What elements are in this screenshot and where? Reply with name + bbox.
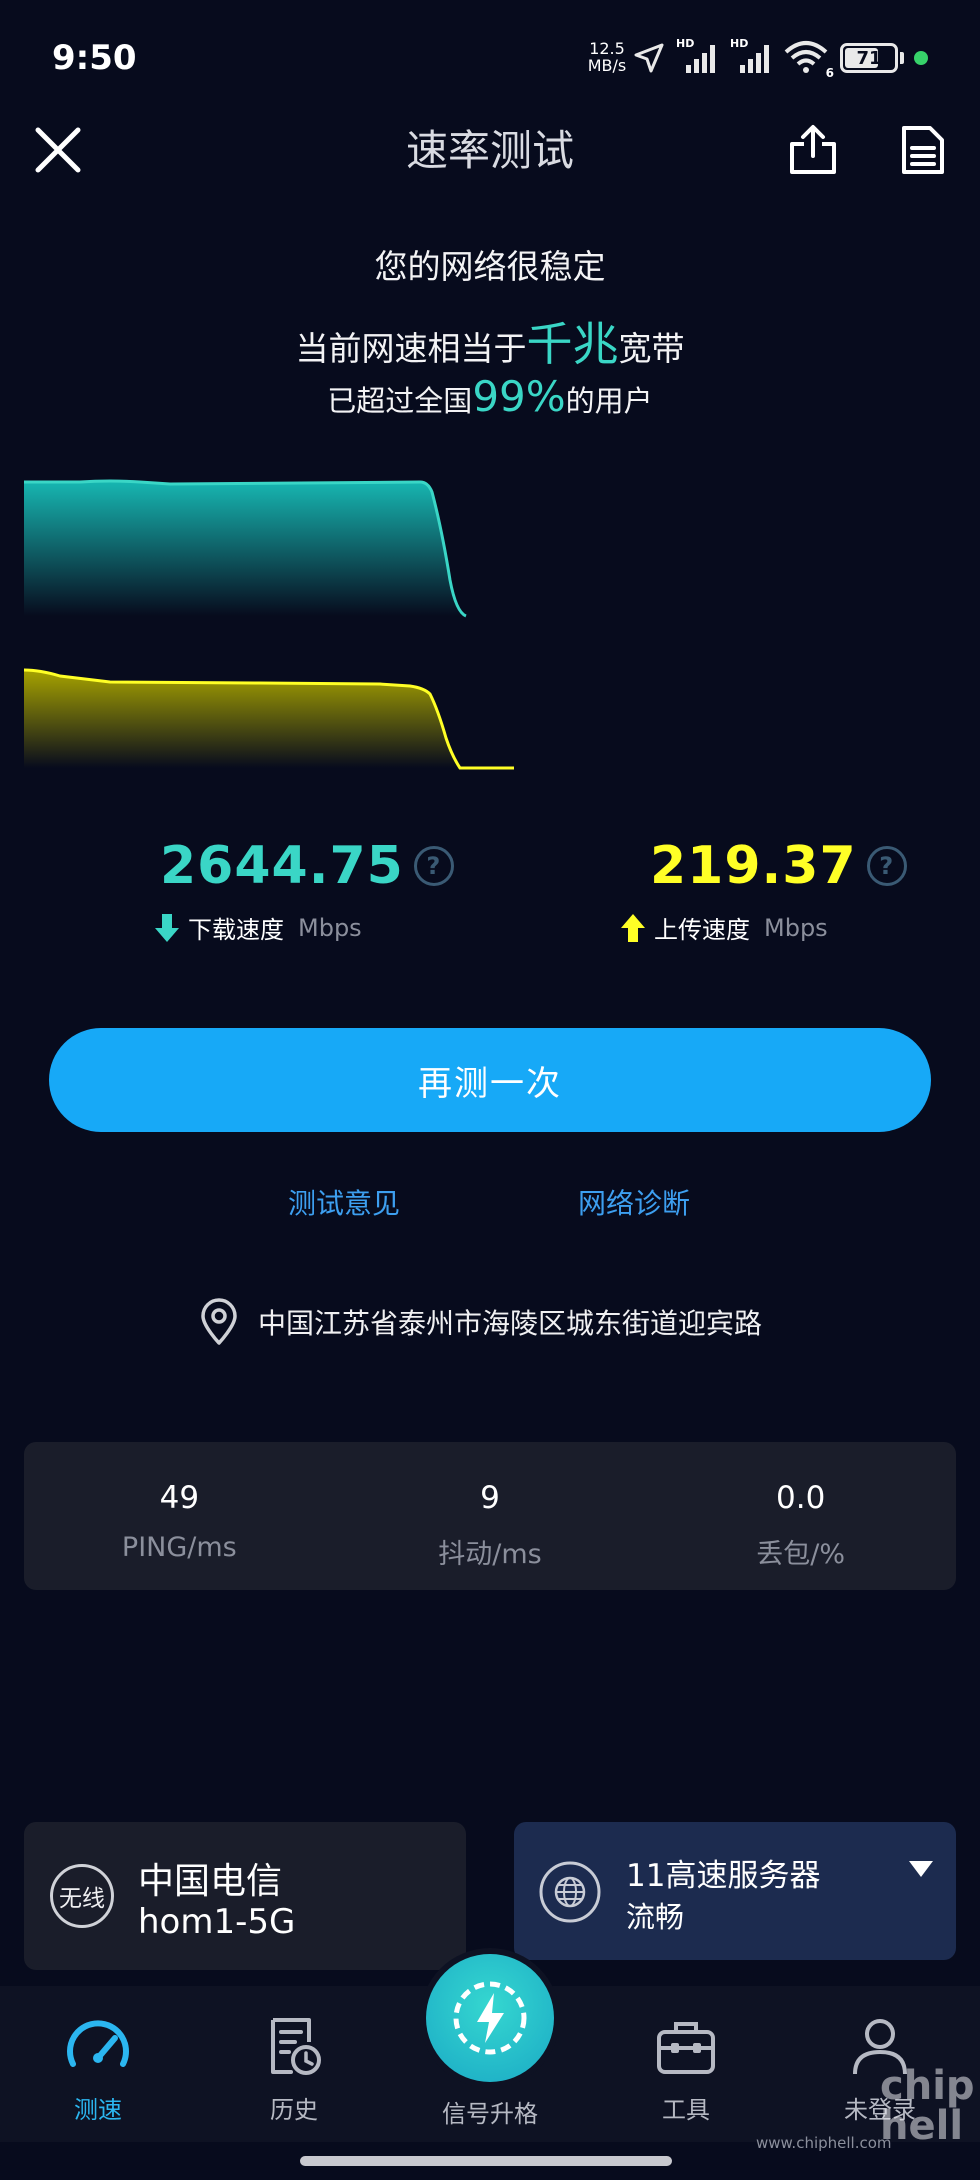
history-icon: [271, 2018, 321, 2075]
ranking-suffix: 的用户: [565, 384, 653, 418]
upload-speed-value: 219.37: [650, 836, 857, 896]
stat-packet-loss: 0.0 丢包/%: [645, 1442, 956, 1590]
signal-boost-button[interactable]: [426, 1954, 554, 2082]
location-text: 中国江苏省泰州市海陵区城东街道迎宾路: [258, 1307, 763, 1340]
broadband-prefix: 当前网速相当于: [295, 329, 527, 368]
download-speed-row: 2644.75 ?: [160, 836, 454, 896]
nav-tools[interactable]: 工具: [606, 1986, 766, 2142]
latency-stats: 49 PING/ms 9 抖动/ms 0.0 丢包/%: [24, 1442, 956, 1590]
watermark-logo: chip hell: [880, 2066, 975, 2146]
download-unit: Mbps: [298, 913, 362, 942]
globe-icon: [539, 1861, 601, 1923]
location-arrow-icon: [634, 43, 664, 73]
nav-speed-test[interactable]: 测速: [18, 1986, 178, 2142]
ping-label: PING/ms: [121, 1532, 237, 1563]
jitter-value: 9: [480, 1480, 500, 1516]
nav-signal-label: 信号升格: [442, 2100, 538, 2128]
battery-cap: [900, 52, 904, 64]
nav-speed-label: 测速: [74, 2096, 122, 2124]
speed-test-screen: 9:50 12.5 MB/s HD HD 6 71 速率测试 您的网络很稳定 当…: [0, 0, 980, 2180]
ranking-highlight: 99%: [472, 372, 566, 421]
share-icon[interactable]: [786, 122, 840, 178]
broadband-equivalent: 当前网速相当于千兆宽带: [0, 308, 980, 374]
nav-tools-label: 工具: [662, 2096, 710, 2124]
watermark-site: www.chiphell.com: [756, 2134, 892, 2152]
status-time: 9:50: [52, 38, 137, 78]
speedometer-icon: [67, 2020, 129, 2067]
upload-label-row: 上传速度 Mbps: [620, 910, 907, 945]
location-row: 中国江苏省泰州市海陵区城东街道迎宾路: [198, 1298, 762, 1346]
upload-unit: Mbps: [764, 913, 828, 942]
wifi-ssid: hom1-5G: [138, 1902, 296, 1942]
ping-value: 49: [159, 1480, 200, 1516]
wireless-badge: 无线: [50, 1864, 114, 1928]
stat-ping: 49 PING/ms: [24, 1442, 335, 1590]
network-card[interactable]: 无线 中国电信 hom1-5G: [24, 1822, 466, 1970]
upload-help-icon[interactable]: ?: [866, 846, 907, 886]
packet-loss-label: 丢包/%: [756, 1539, 846, 1570]
upload-arrow-icon: [621, 913, 645, 942]
broadband-highlight: 千兆: [526, 317, 619, 371]
network-rate-unit: MB/s: [587, 56, 627, 75]
diagnose-link[interactable]: 网络诊断: [578, 1182, 690, 1222]
server-name: 11高速服务器: [626, 1858, 821, 1894]
nav-history[interactable]: 历史: [214, 1986, 374, 2142]
signal-1-hd: HD: [676, 37, 695, 50]
ranking-message: 已超过全国99%的用户: [0, 372, 980, 421]
home-indicator[interactable]: [300, 2156, 672, 2166]
watermark-logo-line1: chip: [880, 2063, 975, 2109]
feedback-link[interactable]: 测试意见: [288, 1182, 400, 1222]
status-icons: HD HD 6 71: [632, 37, 928, 80]
upload-speed-graph: [23, 668, 514, 770]
nav-history-label: 历史: [270, 2096, 318, 2124]
download-arrow-icon: [155, 913, 179, 942]
download-speed: 2644.75 ? 下载速度 Mbps: [155, 836, 454, 945]
report-icon[interactable]: [896, 122, 950, 178]
upload-speed-row: 219.37 ?: [650, 836, 907, 896]
stat-jitter: 9 抖动/ms: [335, 1442, 646, 1590]
download-label: 下载速度: [188, 916, 284, 944]
jitter-label: 抖动/ms: [438, 1539, 542, 1570]
watermark-logo-line2: hell: [880, 2103, 964, 2149]
download-graph-area: [24, 481, 466, 616]
status-bar: 9:50 12.5 MB/s HD HD 6 71: [0, 0, 980, 118]
download-speed-graph: [24, 479, 467, 618]
signal-1: HD: [676, 37, 720, 75]
location-pin-icon: [201, 1298, 237, 1345]
lightning-gauge-icon: [453, 1981, 527, 2055]
packet-loss-value: 0.0: [776, 1480, 826, 1516]
network-rate: 12.5 MB/s: [585, 40, 629, 74]
battery-icon: 71: [840, 43, 898, 73]
upload-label: 上传速度: [654, 916, 750, 944]
wifi-6-badge: 6: [825, 66, 834, 80]
toolbox-icon: [657, 2022, 715, 2074]
wifi-icon: [784, 41, 828, 73]
ranking-prefix: 已超过全国: [327, 384, 473, 418]
download-help-icon[interactable]: ?: [413, 846, 454, 886]
privacy-indicator-dot: [914, 51, 928, 65]
wifi: 6: [784, 40, 834, 80]
network-rate-value: 12.5: [589, 39, 625, 58]
chevron-down-icon[interactable]: [908, 1860, 934, 1878]
server-status: 流畅: [626, 1900, 685, 1934]
signal-2-hd: HD: [730, 37, 749, 50]
signal-2: HD: [730, 37, 774, 75]
upload-speed: 219.37 ? 上传速度 Mbps: [621, 836, 907, 945]
download-label-row: 下载速度 Mbps: [154, 910, 454, 945]
broadband-suffix: 宽带: [618, 329, 685, 368]
carrier-name: 中国电信: [138, 1861, 283, 1902]
stability-message: 您的网络很稳定: [374, 247, 606, 286]
download-speed-value: 2644.75: [160, 836, 404, 896]
battery-percent: 71: [856, 47, 882, 69]
server-selector[interactable]: 11高速服务器 流畅: [514, 1822, 956, 1960]
retest-button[interactable]: 再测一次: [49, 1028, 931, 1132]
